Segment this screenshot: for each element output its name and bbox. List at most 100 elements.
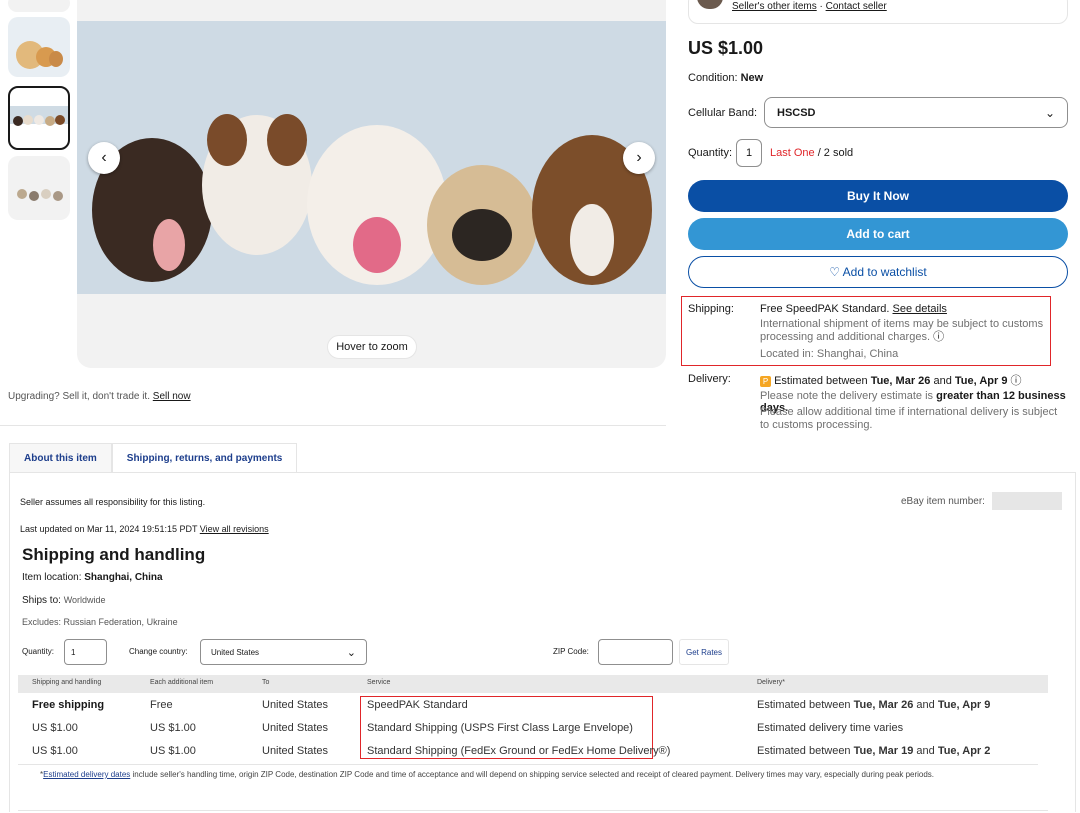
puppies-image <box>77 21 666 294</box>
chevron-left-icon: ‹ <box>101 149 107 166</box>
item-location-value: Shanghai, China <box>84 572 163 583</box>
delivery-note-text: Please note the delivery estimate is <box>760 390 937 402</box>
info-icon[interactable]: ⓘ <box>1011 375 1022 387</box>
quantity-calc-label: Quantity: <box>22 647 55 656</box>
ships-to-row: Ships to: Worldwide <box>22 595 106 606</box>
shipping-summary: Free SpeedPAK Standard. See details <box>760 303 1046 315</box>
tab-shipping-returns-payments[interactable]: Shipping, returns, and payments <box>111 443 298 473</box>
shipping-label: Shipping: <box>688 303 734 315</box>
delivery-end: Tue, Apr 9 <box>937 699 991 711</box>
condition-value: New <box>740 72 764 84</box>
thumbnail-2-selected[interactable] <box>8 86 70 150</box>
row-cost: US $1.00 <box>32 722 78 734</box>
last-updated-text: Last updated on Mar 11, 2024 19:51:15 PD… <box>20 524 200 534</box>
row-delivery: Estimated delivery time varies <box>757 722 903 734</box>
delivery-text: Estimated between <box>757 699 854 711</box>
speedpak-badge-icon: P <box>760 376 771 387</box>
availability-text: Last One / 2 sold <box>770 147 853 159</box>
contact-seller-link[interactable]: Contact seller <box>826 1 887 12</box>
header-service: Service <box>367 679 391 686</box>
header-delivery: Delivery* <box>757 679 786 686</box>
thumbnail-0[interactable] <box>8 0 70 12</box>
cellular-band-label: Cellular Band: <box>688 107 758 119</box>
thumbnail-1[interactable] <box>8 17 70 77</box>
main-product-image[interactable]: ‹ › Hover to zoom <box>77 0 666 368</box>
quantity-input[interactable]: 1 <box>736 139 762 167</box>
add-to-cart-button[interactable]: Add to cart <box>688 218 1068 250</box>
delivery-note-2: Please allow additional time if internat… <box>760 406 1058 431</box>
previous-image-button[interactable]: ‹ <box>88 142 120 174</box>
seller-other-items-link[interactable]: Seller's other items <box>732 1 817 12</box>
change-country-label: Change country: <box>129 647 188 656</box>
delivery-start: Tue, Mar 26 <box>870 375 931 387</box>
condition-label: Condition: <box>688 72 738 84</box>
delivery-and: and <box>913 699 938 711</box>
country-value: United States <box>211 647 260 657</box>
estimated-delivery-dates-link[interactable]: Estimated delivery dates <box>43 770 130 779</box>
delivery-text: Estimated delivery time varies <box>757 722 904 734</box>
row-service: Standard Shipping (USPS First Class Larg… <box>367 722 633 734</box>
item-location: Located in: Shanghai, China <box>760 348 899 360</box>
quantity-label: Quantity: <box>688 147 733 159</box>
condition-row: Condition: New <box>688 72 763 84</box>
upgrade-sell-text: Upgrading? Sell it, don't trade it. Sell… <box>8 391 191 402</box>
row-cost: US $1.00 <box>32 745 78 757</box>
last-one-text: Last One <box>770 147 815 159</box>
delivery-prefix: Estimated between <box>774 375 871 387</box>
zip-code-input[interactable] <box>598 639 673 665</box>
last-updated: Last updated on Mar 11, 2024 19:51:15 PD… <box>20 524 269 534</box>
shipping-heading: Shipping and handling <box>22 545 206 564</box>
tab-content-panel <box>9 472 1076 812</box>
see-details-link[interactable]: See details <box>893 303 947 315</box>
header-to: To <box>262 679 270 686</box>
seller-card: Seller's other items · Contact seller <box>688 0 1068 24</box>
next-image-button[interactable]: › <box>623 142 655 174</box>
quantity-calc-input[interactable]: 1 <box>64 639 107 665</box>
item-number-label: eBay item number: <box>901 496 985 507</box>
item-location-label: Item location: <box>22 572 85 583</box>
tab-about-this-item[interactable]: About this item <box>9 443 112 473</box>
row-each: US $1.00 <box>150 745 196 757</box>
bottom-divider <box>18 810 1048 811</box>
item-tabs: About this item Shipping, returns, and p… <box>9 443 298 473</box>
add-to-watchlist-button[interactable]: ♡ Add to watchlist <box>688 256 1068 288</box>
sell-now-link[interactable]: Sell now <box>153 391 191 402</box>
thumbnail-3[interactable] <box>8 156 70 220</box>
shipping-service: Free SpeedPAK Standard. <box>760 303 890 315</box>
info-icon[interactable]: ⓘ <box>933 331 944 343</box>
item-price: US $1.00 <box>688 38 764 58</box>
delivery-end: Tue, Apr 9 <box>954 375 1008 387</box>
table-divider <box>18 764 1038 765</box>
dogs-cat-thumbnail-image <box>16 41 63 69</box>
row-cost: Free shipping <box>32 699 105 711</box>
footnote-text: include seller's handling time, origin Z… <box>130 770 935 779</box>
upgrade-text: Upgrading? Sell it, don't trade it. <box>8 391 153 402</box>
row-delivery: Estimated between Tue, Mar 26 and Tue, A… <box>757 699 990 711</box>
responsibility-text: Seller assumes all responsibility for th… <box>20 497 206 507</box>
country-select[interactable]: United States ⌄ <box>200 639 367 665</box>
get-rates-button[interactable]: Get Rates <box>679 639 729 665</box>
row-service: SpeedPAK Standard <box>367 699 468 711</box>
view-all-revisions-link[interactable]: View all revisions <box>200 524 269 534</box>
customs-note-text: International shipment of items may be s… <box>760 318 1044 343</box>
item-location-row: Item location: Shanghai, China <box>22 572 163 583</box>
delivery-label: Delivery: <box>688 373 731 385</box>
delivery-estimate: P Estimated between Tue, Mar 26 and Tue,… <box>760 372 1022 388</box>
delivery-and: and <box>913 745 938 757</box>
delivery-start: Tue, Mar 26 <box>853 699 914 711</box>
row-to: United States <box>262 722 329 734</box>
delivery-and: and <box>930 375 955 387</box>
hover-to-zoom-pill: Hover to zoom <box>327 335 417 359</box>
buy-it-now-button[interactable]: Buy It Now <box>688 180 1068 212</box>
delivery-start: Tue, Mar 19 <box>853 745 914 757</box>
ships-to-value: Worldwide <box>63 595 106 605</box>
divider <box>0 425 666 426</box>
ships-to-label: Ships to: <box>22 595 64 606</box>
row-each: Free <box>150 699 173 711</box>
row-each: US $1.00 <box>150 722 196 734</box>
item-number-redacted <box>992 492 1062 510</box>
cellular-band-value: HSCSD <box>777 106 816 119</box>
cellular-band-select[interactable]: HSCSD ⌄ <box>764 97 1068 128</box>
chevron-right-icon: › <box>636 149 642 166</box>
seller-avatar <box>697 0 723 9</box>
